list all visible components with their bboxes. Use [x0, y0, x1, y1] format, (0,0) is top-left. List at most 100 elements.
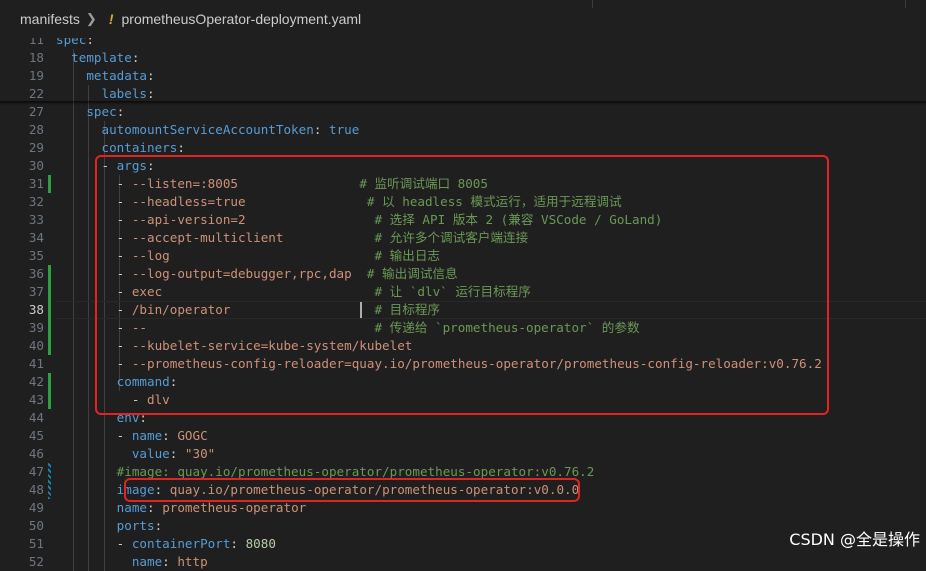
line-code: automountServiceAccountToken: true	[56, 121, 360, 139]
line-number: 39	[28, 320, 44, 335]
code-line[interactable]: 51 - containerPort: 8080	[0, 535, 926, 553]
line-number: 43	[28, 392, 44, 407]
code-line[interactable]: 46 value: "30"	[0, 445, 926, 463]
code-token: name	[116, 500, 148, 515]
line-number: 49	[28, 500, 44, 515]
code-token: :	[154, 518, 163, 533]
git-modified-marker[interactable]	[48, 373, 51, 409]
line-number: 35	[28, 248, 44, 263]
line-number: 38	[28, 302, 44, 317]
line-number: 50	[28, 518, 44, 533]
line-number: 29	[28, 140, 44, 155]
line-number: 19	[28, 68, 44, 83]
highlight-box-image	[124, 478, 580, 502]
highlight-box-args	[95, 155, 829, 415]
code-token: labels	[101, 86, 148, 101]
code-token: :	[116, 104, 125, 119]
line-code: spec:	[56, 103, 124, 121]
line-number: 41	[28, 356, 44, 371]
breadcrumb-file[interactable]: prometheusOperator-deployment.yaml	[122, 11, 362, 27]
code-token: 8080	[245, 536, 276, 551]
code-token: spec	[86, 104, 117, 119]
code-line[interactable]: 28 automountServiceAccountToken: true	[0, 121, 926, 139]
code-token: metadata	[86, 68, 148, 83]
code-token: name	[131, 428, 163, 443]
line-number: 45	[28, 428, 44, 443]
code-line[interactable]: 18 template:	[0, 49, 926, 67]
code-token: :	[230, 536, 246, 551]
code-line[interactable]: 19 metadata:	[0, 67, 926, 85]
line-number: 30	[28, 158, 44, 173]
code-token: :	[131, 50, 140, 65]
line-number: 40	[28, 338, 44, 353]
code-token: containers	[101, 140, 178, 155]
line-number: 33	[28, 212, 44, 227]
chevron-right-icon: ❯	[85, 11, 97, 26]
code-token: :	[313, 122, 329, 137]
code-line[interactable]: 27 spec:	[0, 103, 926, 121]
line-code: template:	[56, 49, 139, 67]
sticky-scroll-shadow	[0, 101, 926, 105]
code-token: GOGC	[177, 428, 208, 443]
watermark: CSDN @全是操作	[789, 530, 920, 549]
line-number: 42	[28, 374, 44, 389]
code-token: :	[177, 140, 185, 155]
code-token: :	[162, 428, 178, 443]
line-code: - name: GOGC	[56, 427, 208, 445]
code-token: automountServiceAccountToken	[101, 122, 314, 137]
code-token: prometheus-operator	[162, 500, 307, 515]
code-token: name	[131, 554, 163, 569]
code-token: value	[131, 446, 170, 461]
line-number: 31	[28, 176, 44, 191]
code-token: -	[56, 428, 132, 443]
code-editor[interactable]: 11 spec: 18 template: 19 metadata: 22 labels…	[0, 29, 926, 571]
line-number: 28	[28, 122, 44, 137]
line-number: 37	[28, 284, 44, 299]
git-modified-marker[interactable]	[48, 175, 51, 193]
line-number: 32	[28, 194, 44, 209]
line-number: 44	[28, 410, 44, 425]
code-token: -	[56, 536, 132, 551]
code-token: #image: quay.io/prometheus-operator/prom…	[116, 464, 595, 479]
line-number: 47	[28, 464, 44, 479]
tab-divider	[592, 0, 593, 8]
code-token: :	[147, 86, 155, 101]
code-token: :	[147, 68, 155, 83]
line-code: value: "30"	[56, 445, 215, 463]
git-modified-marker[interactable]	[48, 265, 51, 355]
code-token: containerPort	[131, 536, 231, 551]
code-token: :	[162, 554, 178, 569]
tab-divider	[905, 0, 906, 8]
code-token: :	[169, 446, 185, 461]
code-token: true	[328, 122, 360, 137]
breadcrumb-folder[interactable]: manifests	[20, 11, 80, 27]
code-token: http	[177, 554, 208, 569]
line-number: 34	[28, 230, 44, 245]
line-code: metadata:	[56, 67, 155, 85]
line-code: - containerPort: 8080	[56, 535, 276, 553]
breadcrumb: manifests ❯ ! prometheusOperator-deploym…	[0, 0, 926, 38]
line-number: 18	[28, 50, 44, 65]
code-token: ports	[116, 518, 155, 533]
code-line[interactable]: 50 ports:	[0, 517, 926, 535]
line-code: ports:	[56, 517, 163, 535]
code-token: :	[147, 500, 163, 515]
line-number: 27	[28, 104, 44, 119]
code-token: template	[71, 50, 132, 65]
line-number: 46	[28, 446, 44, 461]
line-number: 51	[28, 536, 44, 551]
code-line[interactable]: 45 - name: GOGC	[0, 427, 926, 445]
git-changed-marker[interactable]	[48, 463, 51, 499]
